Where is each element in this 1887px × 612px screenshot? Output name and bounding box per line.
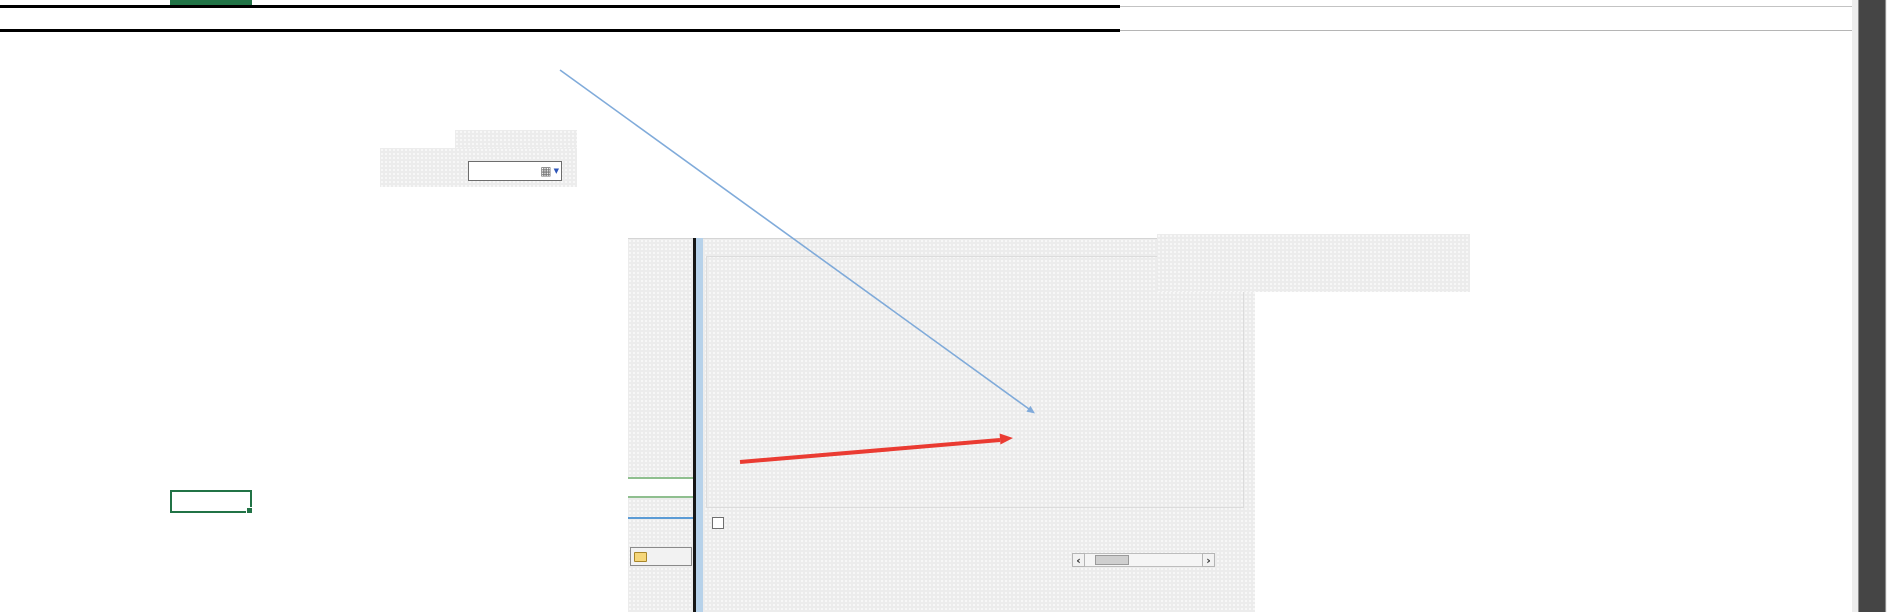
cleanup-flag-checkbox[interactable] [712, 517, 724, 529]
background-row-cell [628, 477, 693, 498]
scroll-left-arrow[interactable]: ‹ [1072, 553, 1085, 567]
background-blue-line [628, 517, 693, 519]
scrollbar-thumb[interactable] [1095, 555, 1129, 565]
vertical-scrollbar[interactable] [1858, 0, 1886, 612]
allocation-table-panel [1157, 234, 1470, 292]
horizontal-scrollbar[interactable] [1072, 553, 1215, 567]
calendar-icon[interactable]: ▦ [540, 165, 551, 177]
entry-month-date-picker[interactable]: ▦ ▼ [468, 161, 562, 181]
entry-month-panel-notch [455, 130, 577, 149]
selected-column-highlight [170, 0, 252, 5]
filter-row-bottom-border [0, 29, 1120, 32]
selected-cell[interactable] [170, 490, 252, 513]
fill-handle[interactable] [246, 507, 253, 514]
dialog-left-blue-strip [696, 238, 703, 612]
scroll-right-arrow[interactable]: › [1202, 553, 1215, 567]
entry-params-group-frame [706, 256, 1244, 508]
screen: ▦ ▼ ‹ › [0, 0, 1887, 612]
dropdown-arrow-icon[interactable]: ▼ [552, 168, 561, 175]
column-letter-strip [0, 0, 1852, 6]
attachment-folder-icon [634, 552, 647, 562]
attachment-button[interactable] [630, 547, 692, 566]
background-row-number [628, 483, 631, 497]
